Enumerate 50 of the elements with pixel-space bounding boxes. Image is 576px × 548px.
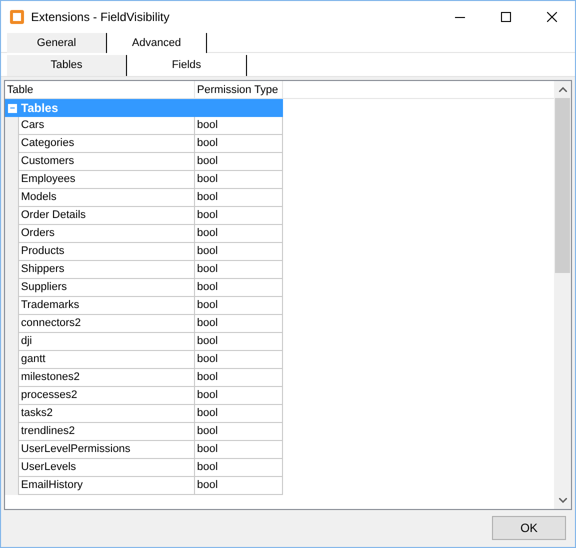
table-cell: Cars [19,117,195,135]
table-cell: bool [195,297,283,315]
table-cell: dji [19,333,195,351]
tab[interactable]: Tables [7,55,127,76]
table-cell: gantt [19,351,195,369]
table-cell: UserLevelPermissions [19,441,195,459]
column-header[interactable]: Table [5,81,195,98]
table-cell: bool [195,207,283,225]
tab[interactable]: Advanced [107,33,207,53]
table-cell: bool [195,369,283,387]
table-cell: milestones2 [19,369,195,387]
table-cell: Order Details [19,207,195,225]
table-cell: bool [195,315,283,333]
table-cell: bool [195,333,283,351]
table-cell: bool [195,171,283,189]
table-cell: Employees [19,171,195,189]
table-cell: connectors2 [19,315,195,333]
table-cell: EmailHistory [19,477,195,495]
table-cell: bool [195,279,283,297]
table-cell: Shippers [19,261,195,279]
table-cell: bool [195,441,283,459]
table-cell: Products [19,243,195,261]
group-label: Tables [21,100,58,117]
ok-button[interactable]: OK [492,516,566,540]
table-cell: Models [19,189,195,207]
table-cell: bool [195,477,283,495]
table-cell: processes2 [19,387,195,405]
table-cell: Trademarks [19,297,195,315]
column-header[interactable]: Permission Type [195,81,283,98]
table-cell: UserLevels [19,459,195,477]
table-cell: bool [195,459,283,477]
table-cell: bool [195,153,283,171]
window-title: Extensions - FieldVisibility [31,9,170,26]
table-cell: bool [195,189,283,207]
tab[interactable]: General [7,33,107,53]
table-cell: bool [195,243,283,261]
table-cell: bool [195,405,283,423]
table-cell: trendlines2 [19,423,195,441]
table-cell: bool [195,261,283,279]
table-cell: bool [195,117,283,135]
table-cell: Customers [19,153,195,171]
table-cell: bool [195,135,283,153]
table-cell: bool [195,225,283,243]
table-cell: tasks2 [19,405,195,423]
table-cell: Orders [19,225,195,243]
table-cell: Suppliers [19,279,195,297]
table-cell: bool [195,423,283,441]
table-cell: Categories [19,135,195,153]
table-cell: bool [195,351,283,369]
table-cell: bool [195,387,283,405]
